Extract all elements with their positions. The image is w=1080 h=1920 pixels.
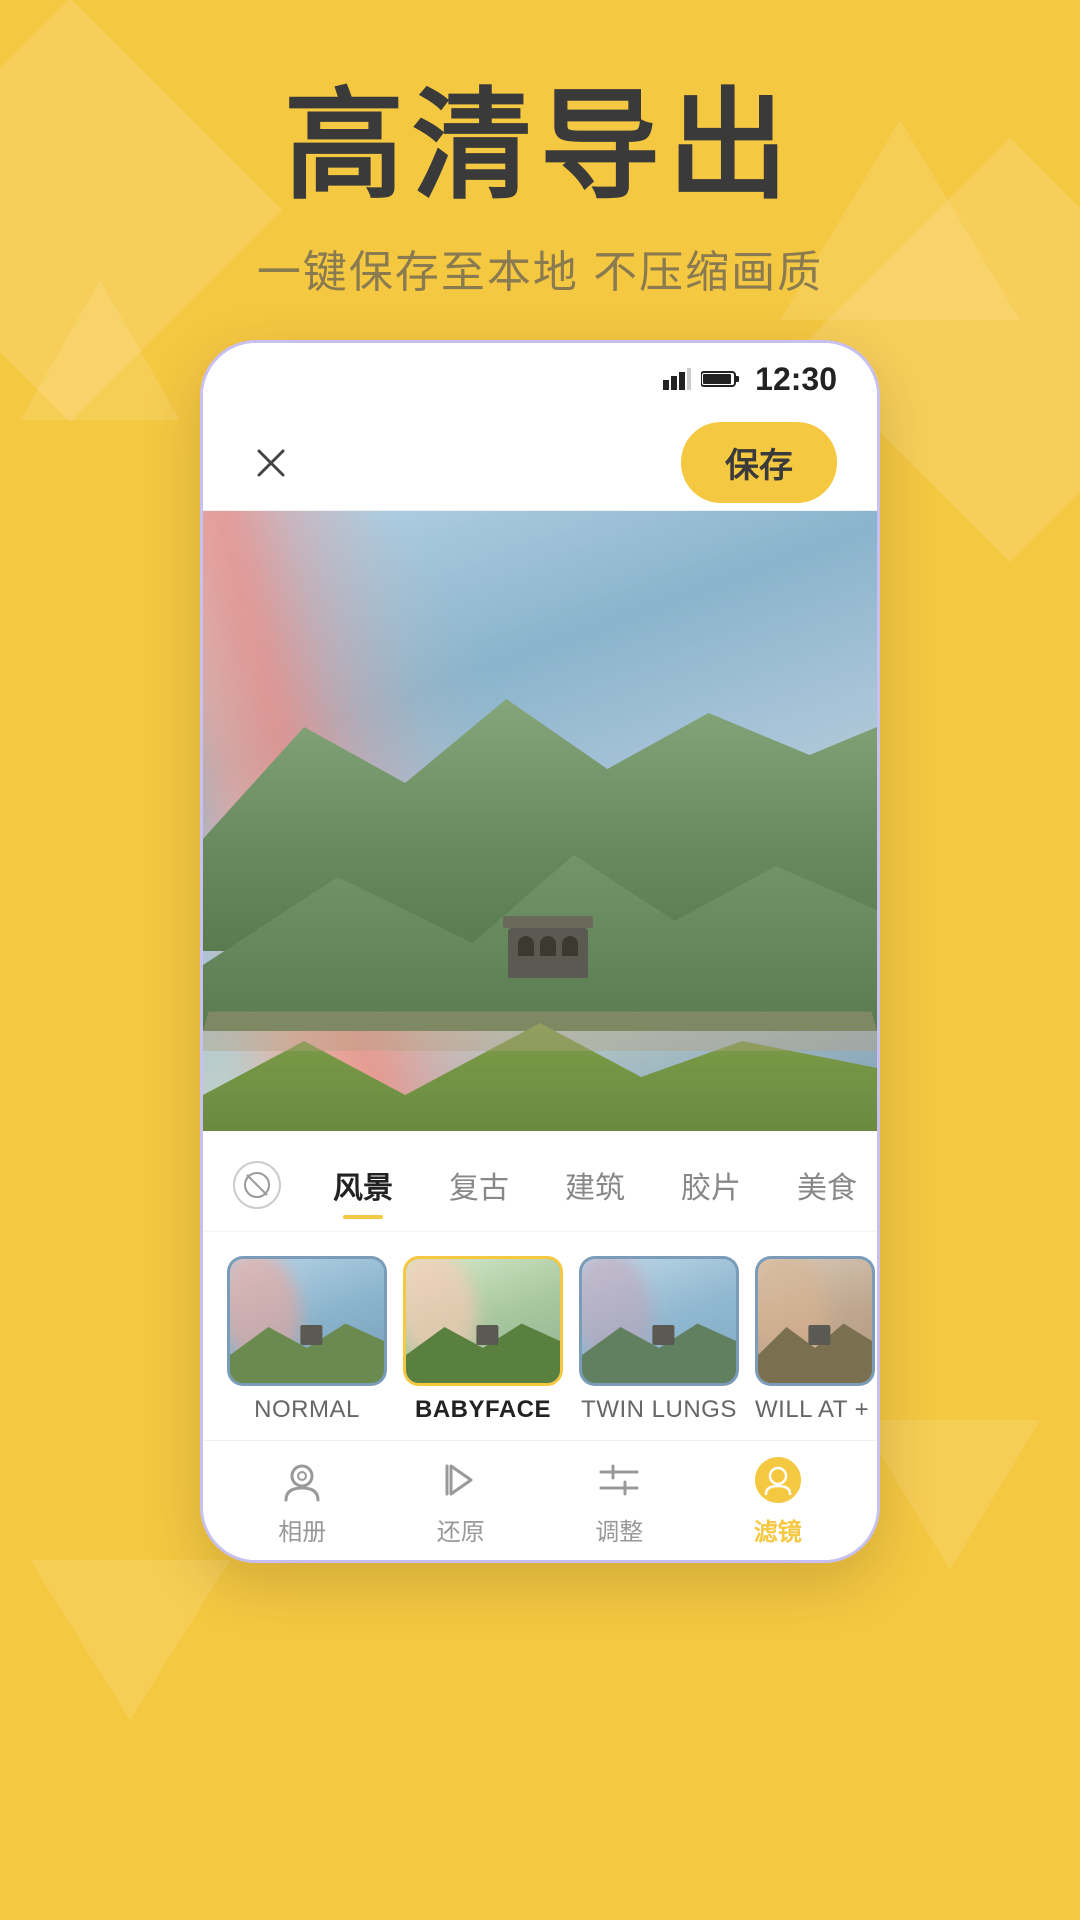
- arch-1: [518, 936, 534, 956]
- building-arches: [508, 928, 588, 956]
- status-time: 12:30: [755, 361, 837, 398]
- restore-icon: [435, 1454, 487, 1506]
- tab-architecture[interactable]: 建筑: [537, 1155, 653, 1215]
- building: [508, 916, 588, 986]
- thumb-label-normal: NORMAL: [254, 1396, 360, 1424]
- filter-icon: [752, 1454, 804, 1506]
- battery-icon: [701, 369, 739, 389]
- tab-film[interactable]: 胶片: [653, 1155, 769, 1215]
- top-section: 高清导出 一键保存至本地 不压缩画质: [0, 0, 1080, 300]
- arch-2: [540, 936, 556, 956]
- nav-album-label: 相册: [278, 1512, 326, 1547]
- album-icon: [276, 1454, 328, 1506]
- main-title: 高清导出: [0, 80, 1080, 212]
- nav-adjust[interactable]: 调整: [540, 1454, 699, 1547]
- no-filter-icon: [243, 1171, 271, 1199]
- bottom-nav: 相册 还原: [203, 1440, 877, 1560]
- app-header: 保存: [203, 415, 877, 511]
- mini-scene-normal: [230, 1259, 384, 1383]
- nav-album[interactable]: 相册: [223, 1454, 382, 1547]
- phone-mockup: 12:30 保存: [200, 340, 880, 1563]
- signal-icon: [663, 368, 691, 390]
- mini-scene-will-at: [758, 1259, 872, 1383]
- mini-scene-babyface: [406, 1259, 560, 1383]
- nav-adjust-label: 调整: [595, 1512, 643, 1547]
- close-button[interactable]: [243, 435, 299, 491]
- adjust-icon: [593, 1454, 645, 1506]
- building-roof: [503, 916, 593, 928]
- photo-area: [203, 511, 877, 1131]
- arch-3: [562, 936, 578, 956]
- nav-restore[interactable]: 还原: [382, 1454, 541, 1547]
- save-button[interactable]: 保存: [681, 422, 837, 503]
- thumb-label-will-at: WILL AT +: [755, 1396, 875, 1424]
- no-filter-button[interactable]: [233, 1161, 281, 1209]
- tab-retro[interactable]: 复古: [421, 1155, 537, 1215]
- status-bar: 12:30: [203, 343, 877, 415]
- road: [203, 1012, 877, 1051]
- thumb-img-twin-lungs: [579, 1256, 739, 1386]
- tab-food[interactable]: 美食: [769, 1155, 877, 1215]
- filter-thumb-babyface[interactable]: BABYFACE: [403, 1256, 563, 1424]
- nav-restore-label: 还原: [437, 1512, 485, 1547]
- filter-thumb-normal[interactable]: NORMAL: [227, 1256, 387, 1424]
- filter-thumbnails: NORMAL BABYFACE: [203, 1232, 877, 1440]
- close-icon: [253, 445, 289, 481]
- filter-thumb-twin-lungs[interactable]: TWIN LUNGS: [579, 1256, 739, 1424]
- thumb-img-babyface: [403, 1256, 563, 1386]
- phone-screen: 12:30 保存: [200, 340, 880, 1563]
- thumb-label-babyface: BABYFACE: [415, 1396, 551, 1424]
- filter-tabs: 风景 复古 建筑 胶片 美食 人像: [203, 1131, 877, 1232]
- mini-scene-twin-lungs: [582, 1259, 736, 1383]
- filter-thumb-will-at[interactable]: WILL AT +: [755, 1256, 875, 1424]
- thumb-img-normal: [227, 1256, 387, 1386]
- nav-filter-label: 滤镜: [754, 1512, 802, 1547]
- thumb-img-will-at: [755, 1256, 875, 1386]
- tab-landscape[interactable]: 风景: [305, 1155, 421, 1215]
- nav-filter[interactable]: 滤镜: [699, 1454, 858, 1547]
- sub-title: 一键保存至本地 不压缩画质: [0, 236, 1080, 300]
- building-body: [508, 928, 588, 978]
- status-icons: [663, 368, 739, 390]
- thumb-label-twin-lungs: TWIN LUNGS: [581, 1396, 737, 1424]
- filter-section: 风景 复古 建筑 胶片 美食 人像: [203, 1131, 877, 1560]
